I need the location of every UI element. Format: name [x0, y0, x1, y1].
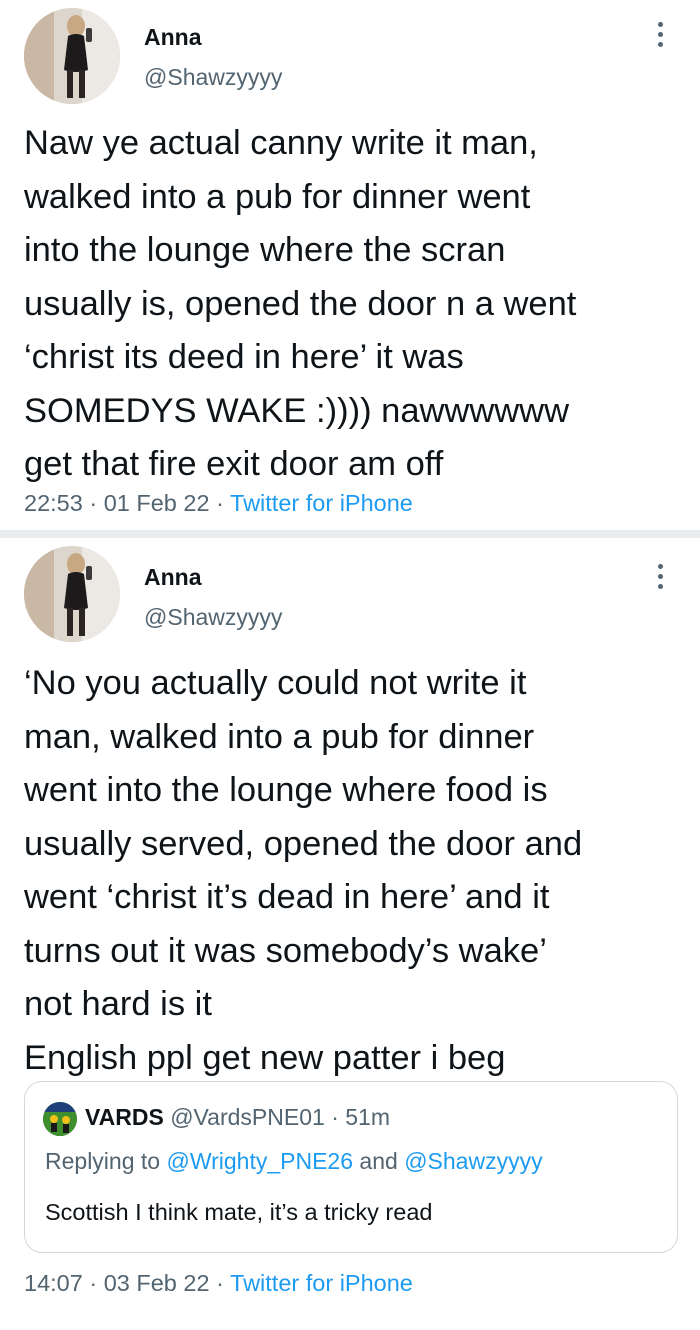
- quote-avatar[interactable]: [43, 1102, 77, 1136]
- tweet-text: ‘No you actually could not write it man,…: [24, 664, 583, 1077]
- meta-separator: ·: [324, 1104, 346, 1130]
- replying-and: and: [353, 1148, 405, 1174]
- author-handle[interactable]: @Shawzyyyy: [144, 64, 282, 91]
- more-options-icon[interactable]: [652, 14, 668, 54]
- tweet-divider: [0, 530, 700, 538]
- replying-prefix: Replying to: [45, 1148, 167, 1174]
- quoted-tweet[interactable]: VARDS @VardsPNE01 · 51m Replying to @Wri…: [24, 1081, 678, 1253]
- tweet-date[interactable]: 03 Feb 22: [104, 1270, 210, 1296]
- meta-separator: ·: [209, 1270, 231, 1296]
- quote-text: Scottish I think mate, it’s a tricky rea…: [45, 1199, 433, 1225]
- author-name[interactable]: Anna: [144, 564, 202, 591]
- replying-to: Replying to @Wrighty_PNE26 and @Shawzyyy…: [45, 1148, 543, 1175]
- quote-age: 51m: [345, 1104, 391, 1130]
- quote-header: VARDS @VardsPNE01 · 51m: [85, 1104, 390, 1131]
- tweet-time[interactable]: 22:53: [24, 490, 83, 516]
- profile-photo: [24, 546, 120, 642]
- tweet-card[interactable]: Anna @Shawzyyyy Naw ye actual canny writ…: [0, 0, 700, 530]
- mention-link[interactable]: @Shawzyyyy: [404, 1148, 542, 1174]
- quote-author-name[interactable]: VARDS: [85, 1104, 164, 1130]
- avatar[interactable]: [24, 546, 120, 642]
- author-handle[interactable]: @Shawzyyyy: [144, 604, 282, 631]
- meta-separator: ·: [209, 490, 231, 516]
- more-options-icon[interactable]: [652, 556, 668, 596]
- tweet-source[interactable]: Twitter for iPhone: [230, 1270, 413, 1296]
- author-name[interactable]: Anna: [144, 24, 202, 51]
- profile-photo: [24, 8, 120, 104]
- meta-separator: ·: [82, 490, 104, 516]
- quote-author-handle[interactable]: @VardsPNE01: [170, 1104, 325, 1130]
- meta-separator: ·: [82, 1270, 104, 1296]
- tweet-meta: 14:07 · 03 Feb 22 · Twitter for iPhone: [24, 1270, 413, 1297]
- tweet-source[interactable]: Twitter for iPhone: [230, 490, 413, 516]
- avatar[interactable]: [24, 8, 120, 104]
- tweet-meta: 22:53 · 01 Feb 22 · Twitter for iPhone: [24, 490, 413, 517]
- tweet-text: Naw ye actual canny write it man, walked…: [24, 124, 577, 483]
- mention-link[interactable]: @Wrighty_PNE26: [166, 1148, 353, 1174]
- tweet-date[interactable]: 01 Feb 22: [104, 490, 210, 516]
- tweet-card[interactable]: Anna @Shawzyyyy ‘No you actually could n…: [0, 538, 700, 1330]
- tweet-time[interactable]: 14:07: [24, 1270, 83, 1296]
